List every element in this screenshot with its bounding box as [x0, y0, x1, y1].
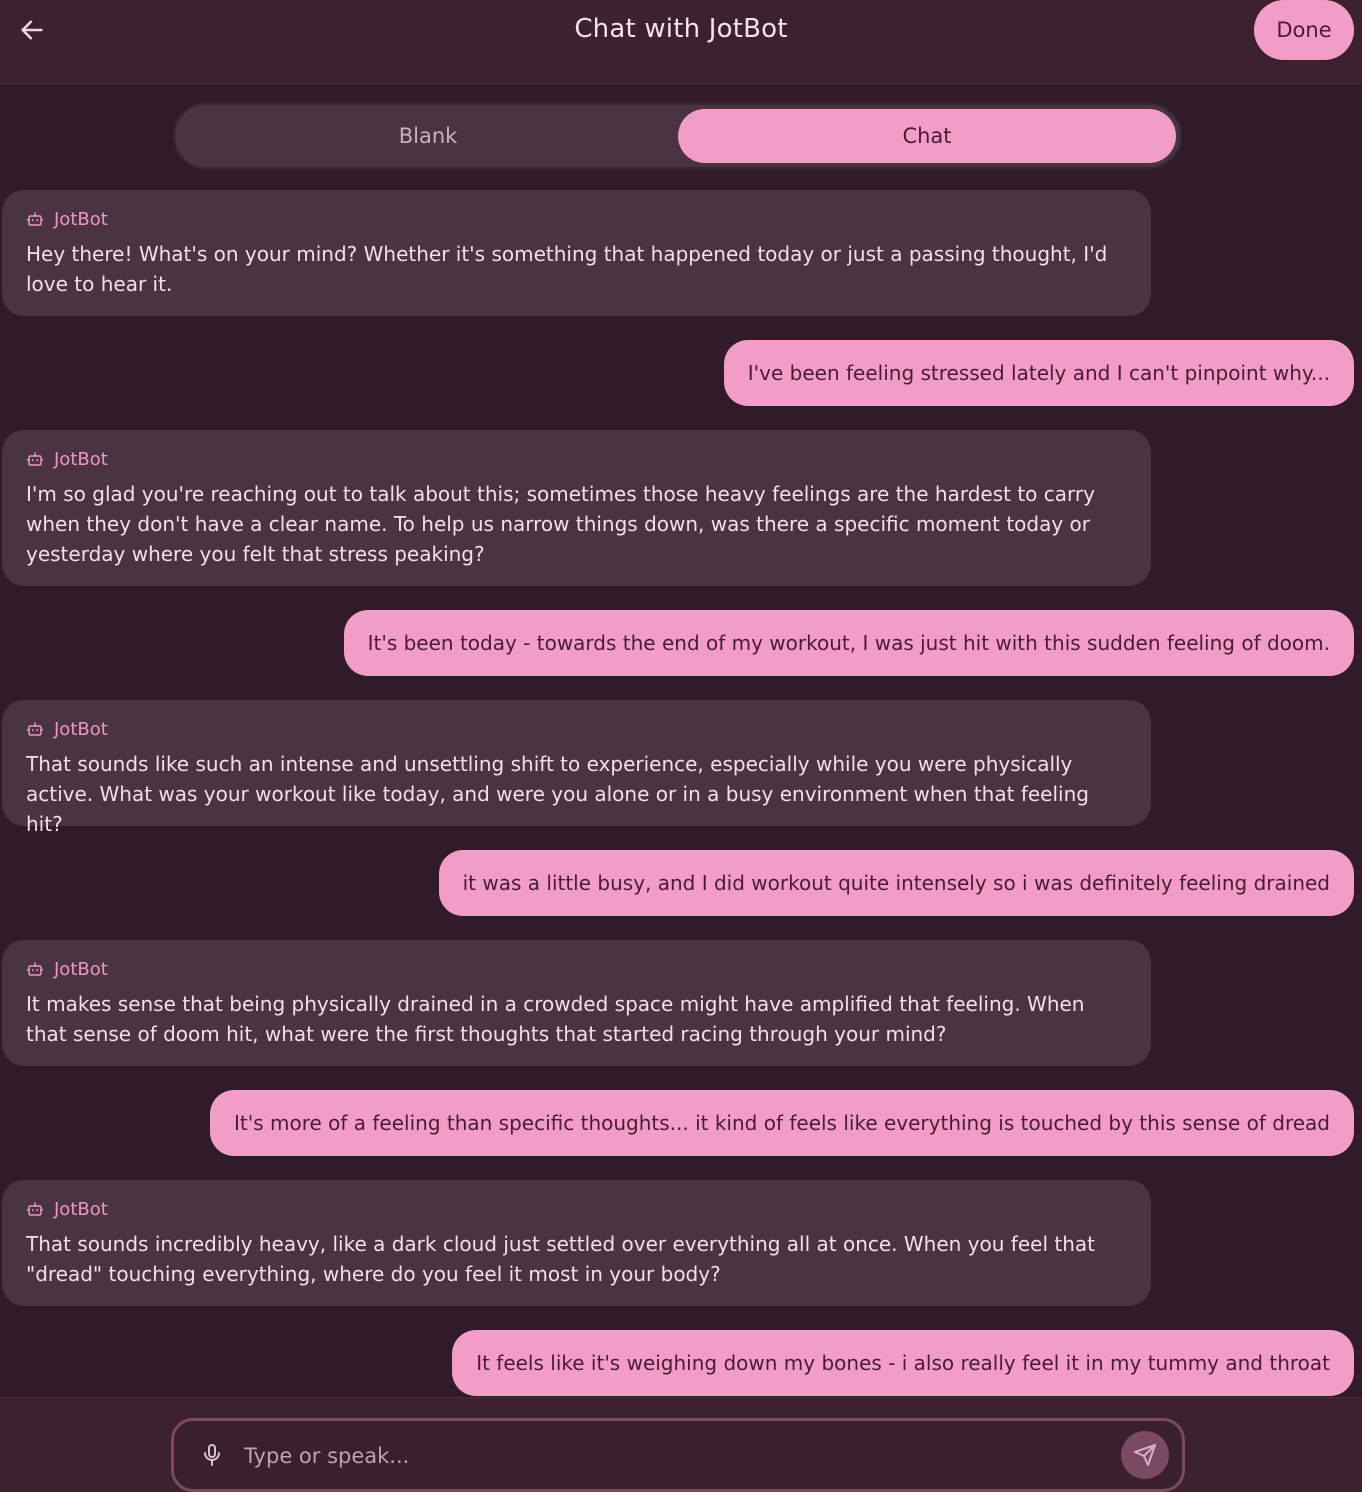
send-icon [1134, 1444, 1156, 1466]
user-message: It feels like it's weighing down my bone… [452, 1330, 1354, 1396]
tab-blank[interactable]: Blank [179, 109, 677, 163]
page-title: Chat with JotBot [574, 14, 788, 44]
robot-icon [26, 452, 44, 466]
user-message: it was a little busy, and I did workout … [438, 850, 1354, 916]
bot-message-header: JotBot [26, 1197, 1127, 1221]
robot-icon [26, 722, 44, 736]
mode-toggle: Blank Chat [173, 103, 1182, 169]
composer-bar [0, 1397, 1362, 1492]
bot-message: JotBot I'm so glad you're reaching out t… [2, 430, 1151, 586]
microphone-icon [204, 1444, 220, 1466]
bot-message: JotBot That sounds like such an intense … [2, 700, 1151, 836]
bot-name: JotBot [54, 208, 108, 230]
bot-message-text: That sounds like such an intense and uns… [26, 752, 1089, 836]
bot-message-text: It makes sense that being physically dra… [26, 992, 1085, 1046]
bot-message-text: That sounds incredibly heavy, like a dar… [26, 1232, 1095, 1286]
robot-icon [26, 212, 44, 226]
bot-message-header: JotBot [26, 957, 1127, 981]
bot-message-text: Hey there! What's on your mind? Whether … [26, 242, 1108, 296]
microphone-button[interactable] [198, 1441, 226, 1469]
tab-chat[interactable]: Chat [678, 109, 1176, 163]
composer-box [171, 1418, 1185, 1492]
bot-message: JotBot That sounds incredibly heavy, lik… [2, 1180, 1151, 1306]
chat-screen: Chat with JotBot Done Blank Chat JotBot … [0, 0, 1362, 1492]
done-button[interactable]: Done [1254, 0, 1354, 60]
bot-name: JotBot [54, 448, 108, 470]
bot-name: JotBot [54, 718, 108, 740]
bot-message-header: JotBot [26, 447, 1127, 471]
bot-message-text: I'm so glad you're reaching out to talk … [26, 482, 1095, 566]
robot-icon [26, 1202, 44, 1216]
bot-message-header: JotBot [26, 207, 1127, 231]
bot-message-header: JotBot [26, 717, 1127, 741]
robot-icon [26, 962, 44, 976]
user-message: It's more of a feeling than specific tho… [209, 1090, 1354, 1156]
bot-name: JotBot [54, 958, 108, 980]
send-button[interactable] [1121, 1431, 1169, 1479]
user-message: It's been today - towards the end of my … [343, 610, 1354, 676]
message-input[interactable] [244, 1435, 1104, 1477]
app-header: Chat with JotBot Done [0, 0, 1362, 84]
bot-message: JotBot It makes sense that being physica… [2, 940, 1151, 1066]
bot-name: JotBot [54, 1198, 108, 1220]
user-message: I've been feeling stressed lately and I … [723, 340, 1354, 406]
bot-message: JotBot Hey there! What's on your mind? W… [2, 190, 1151, 316]
